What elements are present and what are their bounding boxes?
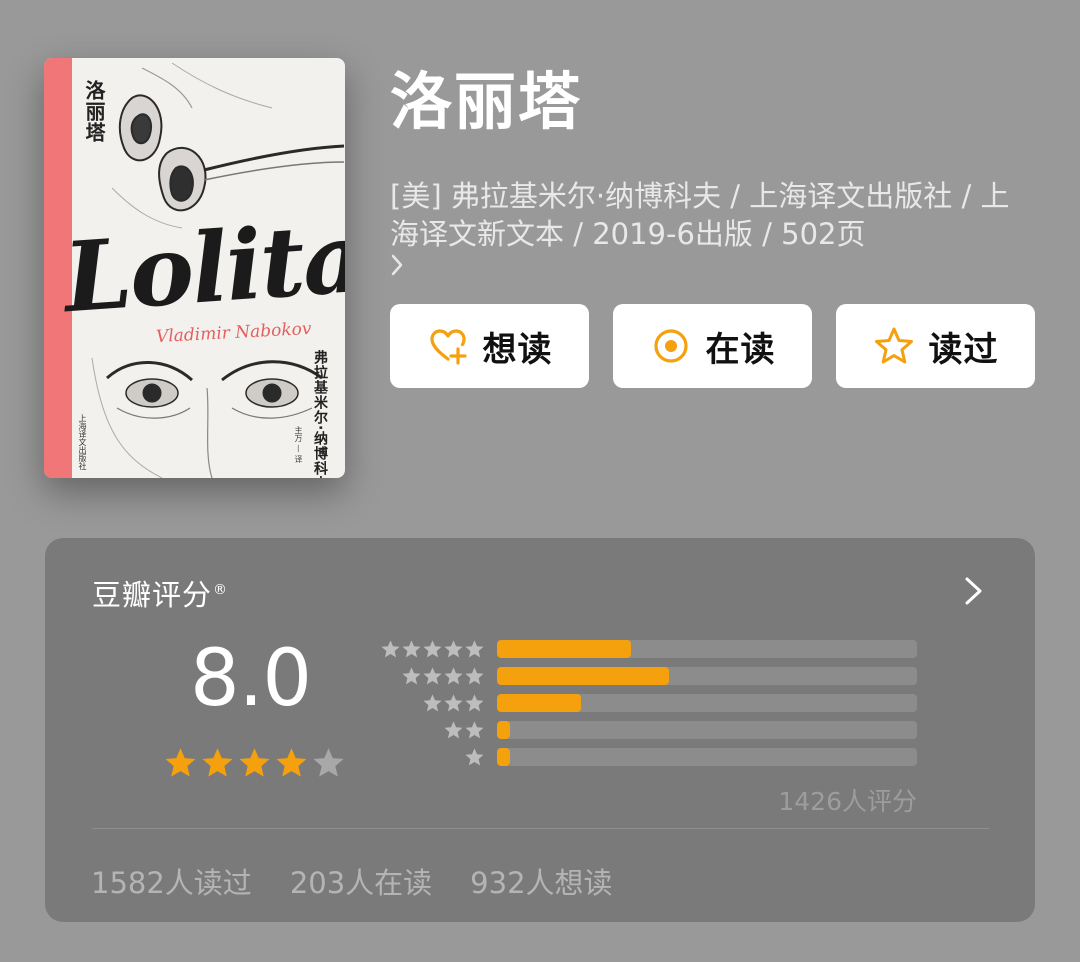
star-outline-icon <box>873 325 915 367</box>
star-icon <box>465 720 484 738</box>
star-icon <box>465 639 484 657</box>
star-icon <box>465 693 484 711</box>
star-empty-icon <box>313 748 344 777</box>
rating-row-5 <box>375 638 917 660</box>
star-filled-icon <box>202 748 233 777</box>
rating-bar-fill <box>497 694 581 712</box>
star-icon <box>402 666 421 684</box>
star-filled-icon <box>239 748 270 777</box>
row-stars <box>375 693 485 714</box>
registered-mark: ® <box>213 582 229 599</box>
score-stars <box>163 746 346 781</box>
star-filled-icon <box>276 748 307 777</box>
star-icon <box>423 693 442 711</box>
rating-bar-track <box>497 640 917 658</box>
reading-button[interactable]: 在读 <box>613 304 812 388</box>
rating-bar-fill <box>497 667 670 685</box>
rating-row-3 <box>375 692 917 714</box>
star-icon <box>381 639 400 657</box>
heart-plus-icon <box>427 325 469 367</box>
row-stars <box>375 720 485 741</box>
have-read-label: 读过 <box>928 329 999 370</box>
cover-title-en: Lolita <box>60 200 345 335</box>
rating-bar-track <box>497 694 917 712</box>
rating-score: 8.0 <box>190 634 312 724</box>
star-icon <box>444 693 463 711</box>
rating-bar-track <box>497 748 917 766</box>
star-icon <box>402 639 421 657</box>
cover-title-cn: 洛丽塔 <box>82 80 106 143</box>
rating-count: 1426人评分 <box>778 787 917 816</box>
star-icon <box>465 666 484 684</box>
book-cover[interactable]: 洛丽塔 Lolita Vladimir Nabokov 弗拉基米尔·纳博科夫 主… <box>44 58 345 478</box>
rating-title: 豆瓣评分® <box>92 572 228 614</box>
want-to-read-button[interactable]: 想读 <box>390 304 589 388</box>
rating-row-4 <box>375 665 917 687</box>
cover-publisher: 上海译文出版社 <box>78 414 87 470</box>
have-read-button[interactable]: 读过 <box>836 304 1035 388</box>
rating-bar-track <box>497 721 917 739</box>
rating-bar-fill <box>497 640 632 658</box>
cover-translator: 主万 — 译 <box>294 426 303 464</box>
row-stars <box>375 747 485 768</box>
star-icon <box>423 639 442 657</box>
target-circle-icon <box>650 325 692 367</box>
book-title: 洛丽塔 <box>390 65 583 138</box>
chevron-right-icon[interactable] <box>390 253 404 284</box>
reading-count[interactable]: 203人在读 <box>290 860 432 902</box>
rating-card[interactable]: 豆瓣评分® 8.0 1426人评分 1582人读过 203人在读 932人想读 <box>45 538 1035 922</box>
row-stars <box>375 639 485 660</box>
chevron-right-icon[interactable] <box>961 574 987 608</box>
star-icon <box>444 639 463 657</box>
star-icon <box>444 666 463 684</box>
rating-bar-fill <box>497 748 510 766</box>
rating-bar-fill <box>497 721 510 739</box>
reading-label: 在读 <box>705 329 776 370</box>
read-count[interactable]: 1582人读过 <box>91 860 252 902</box>
rating-bar-track <box>497 667 917 685</box>
book-meta-text: [美] 弗拉基米尔·纳博科夫 / 上海译文出版社 / 上海译文新文本 / 201… <box>390 179 1010 251</box>
want-count[interactable]: 932人想读 <box>470 860 612 902</box>
want-to-read-label: 想读 <box>482 329 553 370</box>
rating-row-1 <box>375 746 917 768</box>
rating-title-text: 豆瓣评分 <box>92 578 213 612</box>
reader-stats: 1582人读过 203人在读 932人想读 <box>91 860 613 902</box>
star-icon <box>465 747 484 765</box>
divider <box>92 828 989 829</box>
cover-author-cn: 弗拉基米尔·纳博科夫 <box>312 350 328 478</box>
rating-row-2 <box>375 719 917 741</box>
book-meta[interactable]: [美] 弗拉基米尔·纳博科夫 / 上海译文出版社 / 上海译文新文本 / 201… <box>390 177 1030 291</box>
star-filled-icon <box>165 748 196 777</box>
star-icon <box>444 720 463 738</box>
star-icon <box>423 666 442 684</box>
row-stars <box>375 666 485 687</box>
